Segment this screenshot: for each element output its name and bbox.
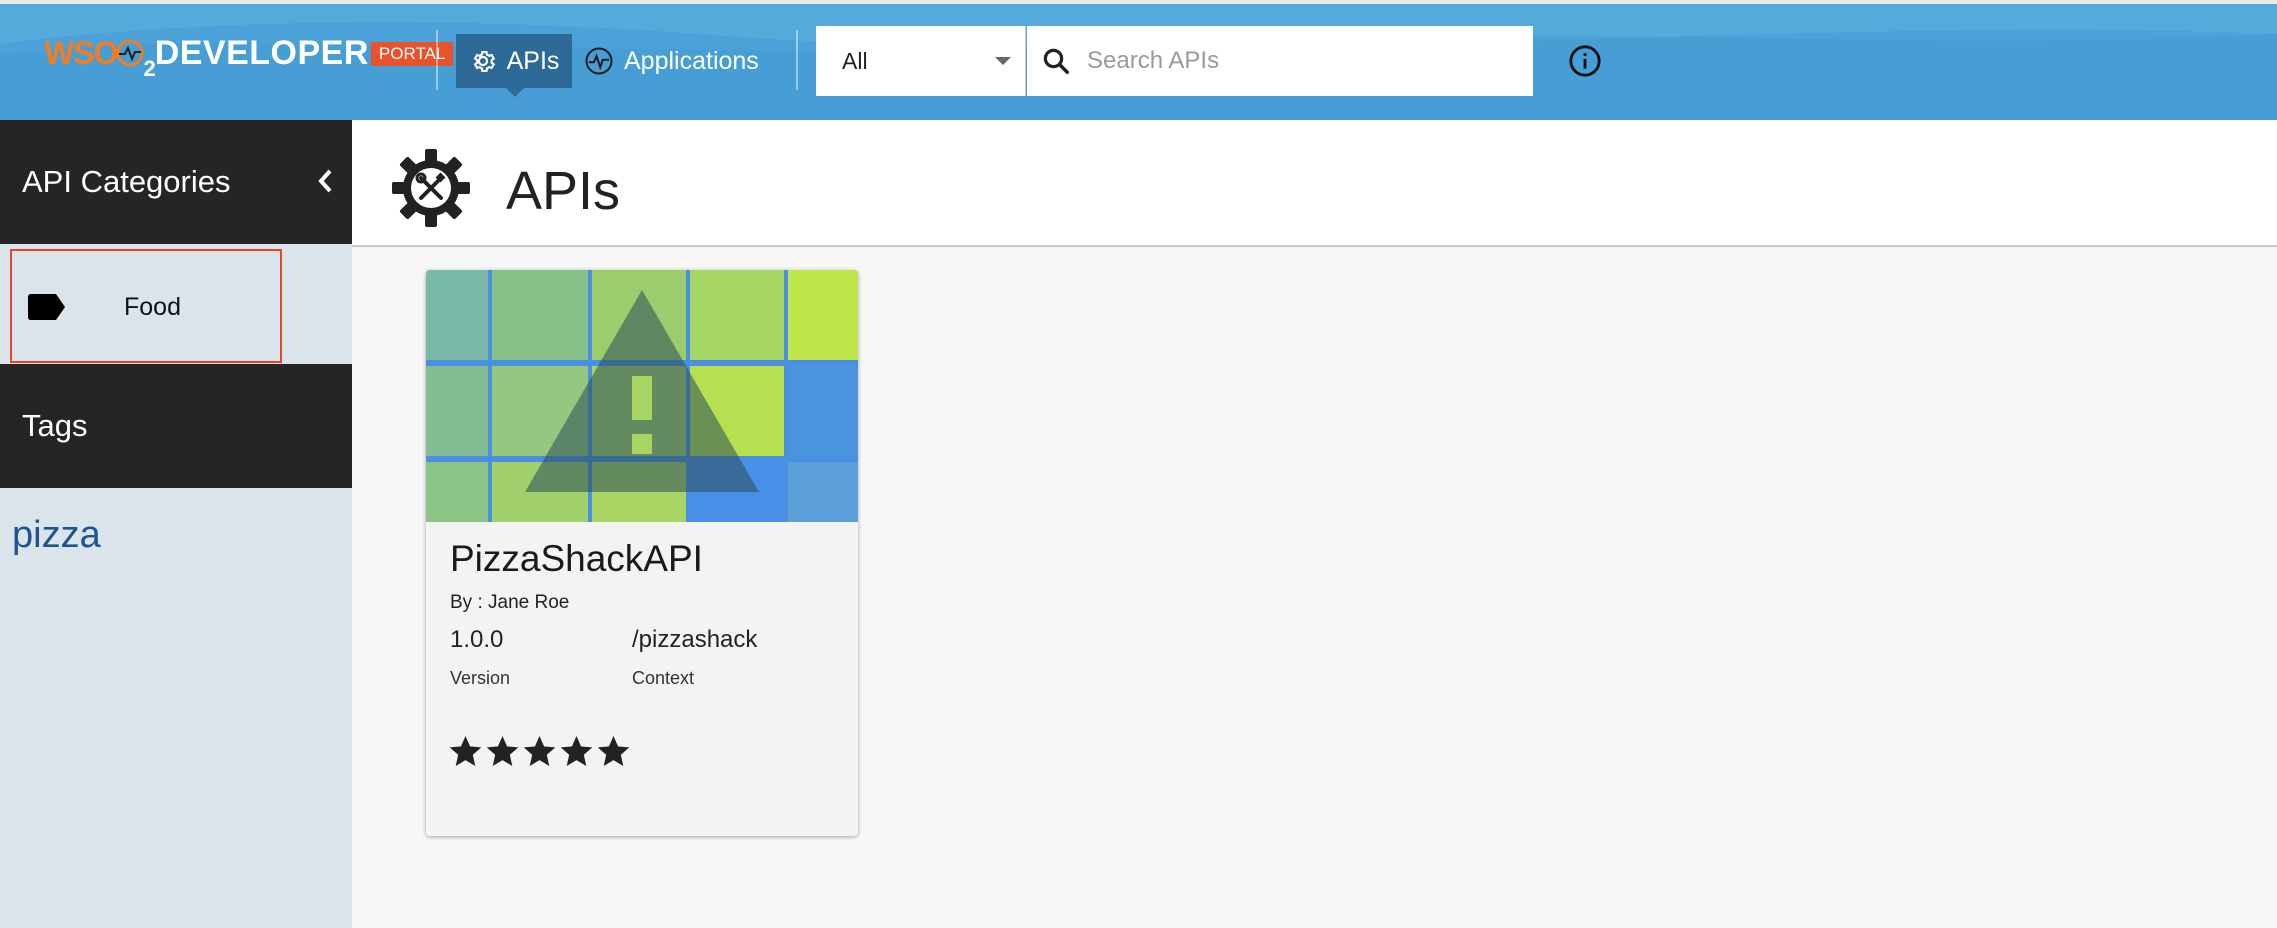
star-icon[interactable] [561,736,592,767]
portal-badge: PORTAL [370,42,454,66]
api-version-label: Version [450,668,511,688]
tag-link-pizza[interactable]: pizza [12,514,101,557]
star-icon[interactable] [450,736,481,767]
header-divider [436,30,438,90]
wso2-developer-portal-logo[interactable]: WSO 2 DEVELOPER PORTAL [44,30,454,81]
chevron-left-icon[interactable] [314,164,336,198]
api-categories-header: API Categories [0,120,352,244]
api-context: /pizzashack [632,626,758,653]
category-item-food[interactable]: Food [10,249,282,363]
search-scope-select[interactable]: All [816,26,1026,96]
tags-header: Tags [0,364,352,488]
active-nav-caret [506,88,524,97]
nav-applications[interactable]: Applications [584,34,759,88]
star-icon[interactable] [524,736,555,767]
search-icon [1043,48,1069,74]
page-header: APIs [352,120,2277,247]
star-icon[interactable] [598,736,629,767]
developer-portal-page: WSO 2 DEVELOPER PORTAL APIs Applications [0,0,2277,928]
tag-icon [28,294,65,320]
chevron-down-icon [995,57,1011,65]
api-version: 1.0.0 [450,626,504,653]
pulse-circle-icon [585,47,613,75]
nav-applications-label: Applications [624,46,759,75]
main-content: APIs PizzaShackAPI By: Jane Roe 1.0.0 /… [352,120,2277,928]
logo-brand: WSO [44,35,118,71]
logo-subscript: 2 [143,56,155,81]
category-item-label: Food [124,293,181,321]
info-circle-icon[interactable] [1568,44,1602,78]
gear-icon [473,50,495,72]
header-divider [796,30,798,90]
page-title: APIs [506,161,621,221]
search-scope-value: All [842,47,868,74]
search-input[interactable] [1087,47,1507,75]
tags-title: Tags [22,408,88,443]
gear-wrench-icon [392,149,470,227]
nav-apis[interactable]: APIs [456,34,572,97]
top-header: WSO 2 DEVELOPER PORTAL APIs Applications [0,0,2277,120]
api-card[interactable]: PizzaShackAPI By : Jane Roe 1.0.0 /pizza… [426,270,858,836]
nav-apis-label: APIs [506,46,560,75]
logo-pulse-icon [116,39,144,67]
search-box[interactable] [1027,26,1533,96]
api-name[interactable]: PizzaShackAPI [450,538,703,580]
api-context-label: Context [632,668,695,688]
api-author: By : Jane Roe [450,592,570,613]
star-icon[interactable] [487,736,518,767]
logo-name: DEVELOPER [154,34,369,72]
api-categories-title: API Categories [22,164,231,199]
api-thumbnail [426,270,858,522]
api-rating[interactable] [450,736,629,767]
left-sidebar: API Categories Food Tags pizza [0,120,352,928]
